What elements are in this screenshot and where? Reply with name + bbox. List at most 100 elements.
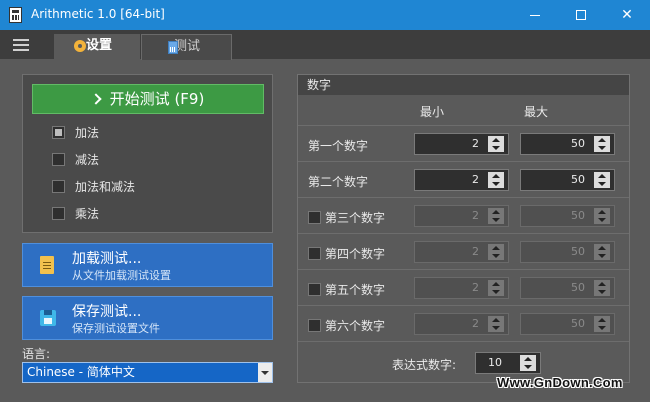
min-value: 2 xyxy=(472,281,479,294)
enable-row-checkbox[interactable] xyxy=(308,283,321,296)
expressions-label: 表达式数字: xyxy=(392,358,457,372)
enable-row-checkbox[interactable] xyxy=(308,247,321,260)
number-row: 第四个数字 2 50 xyxy=(298,233,629,269)
start-test-label: 开始测试 (F9) xyxy=(109,90,205,108)
number-row-label[interactable]: 第三个数字 xyxy=(308,209,385,226)
max-spinbox: 50 xyxy=(520,205,615,227)
max-spinbox: 50 xyxy=(520,313,615,335)
spin-arrows-icon[interactable] xyxy=(488,136,504,152)
max-value: 50 xyxy=(571,281,585,294)
max-spinbox: 50 xyxy=(520,277,615,299)
maximize-button[interactable] xyxy=(558,0,604,30)
number-row-label[interactable]: 第六个数字 xyxy=(308,317,385,334)
operation-add-and-subtract[interactable]: 加法和减法 xyxy=(52,179,135,197)
operation-addition[interactable]: 加法 xyxy=(52,125,99,143)
enable-row-checkbox[interactable] xyxy=(308,319,321,332)
min-value: 2 xyxy=(472,245,479,258)
subtraction-label: 减法 xyxy=(75,153,100,167)
tab-settings[interactable]: 设置 xyxy=(54,34,140,60)
operation-multiplication[interactable]: 乘法 xyxy=(52,206,99,224)
max-value: 50 xyxy=(571,173,585,186)
addition-checkbox[interactable] xyxy=(52,126,65,139)
min-value: 2 xyxy=(472,317,479,330)
spin-arrows-icon[interactable] xyxy=(594,172,610,188)
expressions-spinbox[interactable]: 10 xyxy=(475,352,541,374)
spin-arrows-icon xyxy=(488,208,504,224)
title-bar: Arithmetic 1.0 [64-bit] ✕ xyxy=(0,0,650,30)
spin-arrows-icon xyxy=(488,280,504,296)
numbers-group-title: 数字 xyxy=(298,75,629,95)
number-row-label[interactable]: 第四个数字 xyxy=(308,245,385,262)
save-test-button[interactable]: 保存测试... 保存测试设置文件 xyxy=(22,296,273,340)
multiplication-label: 乘法 xyxy=(75,207,100,221)
language-label: 语言: xyxy=(22,347,51,361)
load-test-button[interactable]: 加载测试... 从文件加载测试设置 xyxy=(22,243,273,287)
minimize-button[interactable] xyxy=(512,0,558,30)
save-disk-icon xyxy=(40,310,56,326)
min-value: 2 xyxy=(472,137,479,150)
max-spinbox: 50 xyxy=(520,241,615,263)
load-test-subtitle: 从文件加载测试设置 xyxy=(72,269,171,282)
add-and-subtract-checkbox[interactable] xyxy=(52,180,65,193)
number-row-text: 第五个数字 xyxy=(325,283,386,297)
number-row: 第五个数字 2 50 xyxy=(298,269,629,305)
min-value: 2 xyxy=(472,209,479,222)
max-value: 50 xyxy=(571,137,585,150)
minimize-icon xyxy=(530,14,540,16)
min-column-header: 最小 xyxy=(420,105,445,119)
min-value: 2 xyxy=(472,173,479,186)
tab-test[interactable]: 测试 xyxy=(141,34,232,60)
calculator-app-icon xyxy=(9,7,22,23)
maximize-icon xyxy=(576,10,586,20)
save-test-title: 保存测试... xyxy=(72,304,142,320)
max-value: 50 xyxy=(571,317,585,330)
hamburger-menu-icon[interactable] xyxy=(13,39,29,51)
max-value: 50 xyxy=(571,209,585,222)
min-spinbox: 2 xyxy=(414,241,509,263)
min-spinbox[interactable]: 2 xyxy=(414,133,509,155)
spin-arrows-icon xyxy=(594,316,610,332)
language-selected-value: Chinese - 简体中文 xyxy=(27,365,135,379)
chevron-down-icon[interactable] xyxy=(258,363,272,382)
enable-row-checkbox[interactable] xyxy=(308,211,321,224)
chevron-right-icon xyxy=(90,93,102,105)
expressions-value: 10 xyxy=(488,356,502,369)
spin-arrows-icon[interactable] xyxy=(520,355,536,371)
operation-subtraction[interactable]: 减法 xyxy=(52,152,99,170)
start-test-button[interactable]: 开始测试 (F9) xyxy=(32,84,264,114)
operations-panel: 开始测试 (F9) 加法 减法 加法和减法 乘法 xyxy=(22,74,273,233)
numbers-group: 数字 最小 最大 第一个数字 2 50 第二个数字 2 50 第三个数字 2 5… xyxy=(297,74,630,383)
min-spinbox: 2 xyxy=(414,313,509,335)
max-spinbox[interactable]: 50 xyxy=(520,169,615,191)
min-spinbox: 2 xyxy=(414,277,509,299)
add-and-subtract-label: 加法和减法 xyxy=(75,180,136,194)
addition-label: 加法 xyxy=(75,126,100,140)
number-row-text: 第四个数字 xyxy=(325,247,386,261)
max-spinbox[interactable]: 50 xyxy=(520,133,615,155)
number-row: 第二个数字 2 50 xyxy=(298,161,629,197)
load-test-title: 加载测试... xyxy=(72,251,142,267)
spin-arrows-icon xyxy=(488,316,504,332)
multiplication-checkbox[interactable] xyxy=(52,207,65,220)
close-icon: ✕ xyxy=(621,7,633,23)
spin-arrows-icon[interactable] xyxy=(594,136,610,152)
number-row: 第一个数字 2 50 xyxy=(298,125,629,161)
subtraction-checkbox[interactable] xyxy=(52,153,65,166)
number-row-label[interactable]: 第五个数字 xyxy=(308,281,385,298)
number-row-text: 第三个数字 xyxy=(325,211,386,225)
spin-arrows-icon xyxy=(488,244,504,260)
max-column-header: 最大 xyxy=(524,105,549,119)
spin-arrows-icon xyxy=(594,280,610,296)
number-row-label: 第二个数字 xyxy=(308,175,369,189)
calculator-icon xyxy=(168,41,178,54)
min-spinbox[interactable]: 2 xyxy=(414,169,509,191)
tab-bar: 设置 测试 xyxy=(0,30,650,60)
window-title: Arithmetic 1.0 [64-bit] xyxy=(31,7,165,21)
language-select[interactable]: Chinese - 简体中文 xyxy=(22,362,273,383)
number-row-label: 第一个数字 xyxy=(308,139,369,153)
min-spinbox: 2 xyxy=(414,205,509,227)
number-row: 第六个数字 2 50 xyxy=(298,305,629,341)
spin-arrows-icon[interactable] xyxy=(488,172,504,188)
close-button[interactable]: ✕ xyxy=(604,0,650,30)
spin-arrows-icon xyxy=(594,208,610,224)
